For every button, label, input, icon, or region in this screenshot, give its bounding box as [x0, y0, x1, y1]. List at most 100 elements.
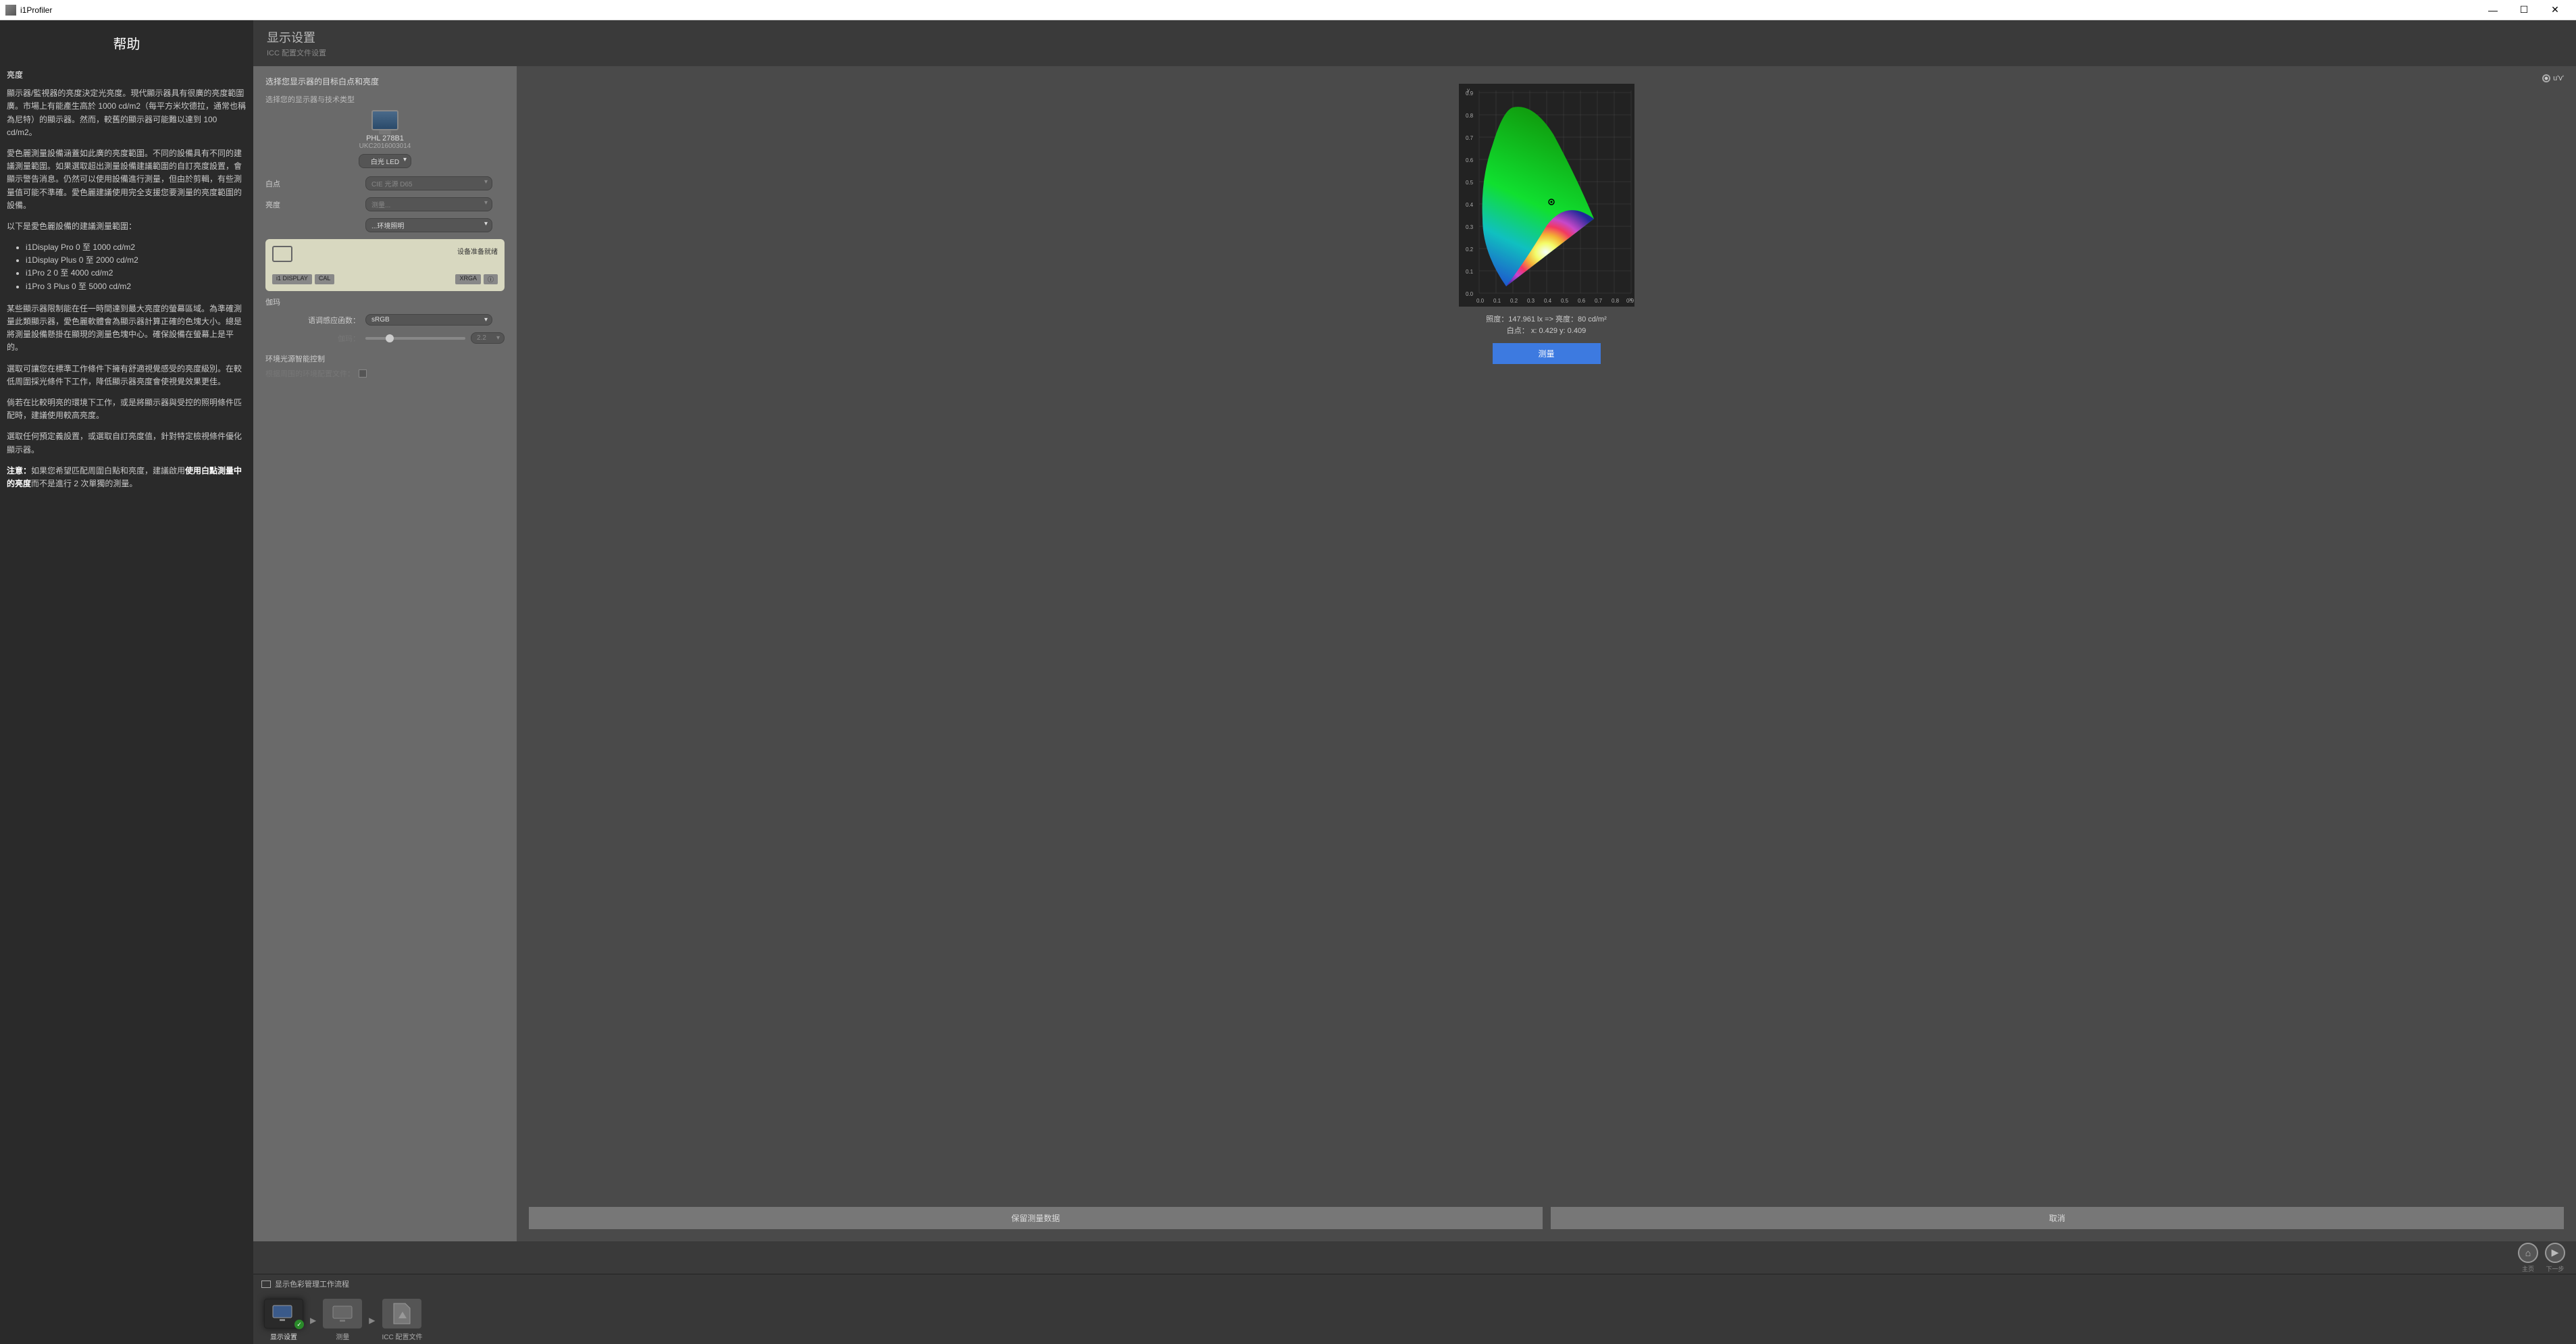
- nav-bar: ⌂ 主页 ▶ 下一步: [253, 1241, 2576, 1274]
- cie-chart: yx 0.00.10.20.30.40.50.60.70.80.9 0.00.1…: [1459, 84, 1634, 310]
- svg-text:0.0: 0.0: [1466, 291, 1474, 297]
- maximize-button[interactable]: ☐: [2508, 0, 2540, 20]
- svg-text:0.1: 0.1: [1466, 269, 1474, 275]
- help-para: 某些顯示器限制能在任一時間達到最大亮度的螢幕區域。為準確測量此類顯示器，愛色麗軟…: [7, 303, 247, 355]
- help-title: 帮助: [7, 34, 247, 55]
- chevron-right-icon: ▶: [369, 1316, 375, 1325]
- svg-text:0.3: 0.3: [1527, 298, 1535, 304]
- svg-text:0.0: 0.0: [1476, 298, 1485, 304]
- device-tag: XRGA: [455, 274, 481, 284]
- workflow-step-icc-profile[interactable]: ICC 配置文件: [382, 1299, 422, 1341]
- monitor-icon: [371, 110, 398, 130]
- list-item: i1Display Pro 0 至 1000 cd/m2: [26, 241, 247, 254]
- next-button[interactable]: ▶ 下一步: [2545, 1243, 2565, 1273]
- gamma-label: 伽玛: [265, 296, 360, 307]
- keep-measurement-button[interactable]: 保留测量数据: [529, 1207, 1543, 1229]
- main-header: 显示设置 ICC 配置文件设置: [253, 20, 2576, 66]
- device-ready-text: 设备准备就绪: [457, 246, 498, 262]
- help-para: 選取可讓您在標準工作條件下擁有舒適視覺感受的亮度級別。在較低周圍採光條件下工作，…: [7, 363, 247, 388]
- gamma-value[interactable]: 2.2: [471, 332, 505, 344]
- device-tag: CAL: [315, 274, 335, 284]
- workflow-step-display-settings[interactable]: 显示设置: [264, 1299, 303, 1341]
- svg-text:0.7: 0.7: [1466, 135, 1474, 141]
- ambient-checkbox-label: 根据周围的环境配置文件：: [265, 368, 355, 379]
- svg-text:0.9: 0.9: [1626, 298, 1634, 304]
- graph-mode-toggle[interactable]: u'v': [2542, 74, 2564, 82]
- workflow-title: 显示色彩管理工作流程: [253, 1274, 2576, 1293]
- workflow-step-measure[interactable]: 测量: [323, 1299, 362, 1341]
- luminance-dropdown[interactable]: 测量...: [365, 197, 492, 211]
- svg-text:0.2: 0.2: [1510, 298, 1518, 304]
- help-para: 選取任何預定義設置，或選取自訂亮度值，針對特定檢視條件優化顯示器。: [7, 430, 247, 456]
- measurement-column: u'v': [517, 66, 2576, 1241]
- step-thumb-icon: [382, 1299, 421, 1328]
- workflow-bar: 显示色彩管理工作流程 显示设置 ▶ 测量 ▶: [253, 1274, 2576, 1344]
- whitepoint-label: 白点: [265, 178, 360, 189]
- svg-text:0.4: 0.4: [1544, 298, 1552, 304]
- home-button[interactable]: ⌂ 主页: [2518, 1243, 2538, 1273]
- gamma-slider[interactable]: [365, 337, 465, 340]
- svg-text:0.7: 0.7: [1595, 298, 1603, 304]
- minimize-button[interactable]: —: [2477, 0, 2508, 20]
- help-para: 顯示器/監視器的亮度決定光亮度。現代顯示器具有很廣的亮度範圍廣。市場上有能產生高…: [7, 87, 247, 139]
- list-item: i1Display Plus 0 至 2000 cd/m2: [26, 254, 247, 267]
- chevron-right-icon: ▶: [310, 1316, 316, 1325]
- main-area: 显示设置 ICC 配置文件设置 选择您显示器的目标白点和亮度 选择您的显示器与技…: [253, 20, 2576, 1344]
- list-item: i1Pro 2 0 至 4000 cd/m2: [26, 267, 247, 280]
- help-para: 以下是愛色麗設備的建議測量範圍：: [7, 220, 247, 233]
- svg-text:0.6: 0.6: [1578, 298, 1586, 304]
- monitor-id: UKC2016003014: [265, 143, 505, 150]
- ambient-dropdown[interactable]: ...环境照明: [365, 218, 492, 232]
- svg-text:0.1: 0.1: [1493, 298, 1501, 304]
- monitor-block: PHL 278B1 UKC2016003014 白光 LED: [265, 110, 505, 168]
- help-panel: 帮助 亮度 顯示器/監視器的亮度決定光亮度。現代顯示器具有很廣的亮度範圍廣。市場…: [0, 20, 253, 1344]
- window-title: i1Profiler: [20, 5, 2477, 15]
- ambient-control-label: 环境光源智能控制: [265, 353, 360, 364]
- svg-text:0.6: 0.6: [1466, 157, 1474, 163]
- step-thumb-icon: [323, 1299, 362, 1328]
- device-icon: [272, 246, 292, 262]
- help-device-list: i1Display Pro 0 至 1000 cd/m2 i1Display P…: [26, 241, 247, 293]
- section-title: 选择您显示器的目标白点和亮度: [265, 76, 505, 87]
- close-button[interactable]: ✕: [2540, 0, 2571, 20]
- device-info-icon[interactable]: ⓘ: [484, 274, 498, 284]
- gamma-slider-label: 伽玛：: [265, 333, 360, 344]
- svg-text:0.5: 0.5: [1561, 298, 1569, 304]
- help-para: 愛色麗測量設備涵蓋如此廣的亮度範圍。不同的設備具有不同的建議測量範圍。如果選取超…: [7, 147, 247, 212]
- whitepoint-readout: 白点： x: 0.429 y: 0.409: [1486, 326, 1607, 337]
- list-item: i1Pro 3 Plus 0 至 5000 cd/m2: [26, 280, 247, 293]
- device-status-box: 设备准备就绪 i1 DISPLAY CAL XRGA ⓘ: [265, 239, 505, 291]
- whitepoint-dropdown[interactable]: CIE 光源 D65: [365, 176, 492, 190]
- device-tag: i1 DISPLAY: [272, 274, 312, 284]
- cancel-button[interactable]: 取消: [1551, 1207, 2565, 1229]
- chromaticity-diagram: yx 0.00.10.20.30.40.50.60.70.80.9 0.00.1…: [1459, 84, 1634, 307]
- ambient-checkbox[interactable]: [359, 369, 367, 378]
- svg-text:0.5: 0.5: [1466, 180, 1474, 186]
- monitor-name: PHL 278B1: [265, 134, 505, 143]
- tone-curve-label: 语调感应函数：: [265, 315, 360, 326]
- svg-text:0.4: 0.4: [1466, 202, 1474, 208]
- play-icon: ▶: [2545, 1243, 2565, 1263]
- help-heading: 亮度: [7, 69, 247, 82]
- help-note: 注意：如果您希望匹配周圍白點和亮度，建議啟用使用白點測量中的亮度而不是進行 2 …: [7, 465, 247, 490]
- window-titlebar: i1Profiler — ☐ ✕: [0, 0, 2576, 20]
- app-icon: [5, 5, 16, 16]
- note-label: 注意：: [7, 466, 31, 475]
- help-para: 倘若在比較明亮的環境下工作，或是將顯示器與受控的照明條件匹配時，建議使用較高亮度…: [7, 396, 247, 422]
- step-thumb-icon: [264, 1299, 303, 1328]
- radio-icon: [2542, 74, 2550, 82]
- illuminance-readout: 照度：147.961 lx => 亮度：80 cd/m²: [1486, 314, 1607, 326]
- page-subtitle: ICC 配置文件设置: [267, 47, 2562, 58]
- backlight-dropdown[interactable]: 白光 LED: [359, 154, 411, 168]
- toggle-label: u'v': [2553, 74, 2564, 82]
- measure-button[interactable]: 测量: [1493, 343, 1601, 364]
- settings-column: 选择您显示器的目标白点和亮度 选择您的显示器与技术类型 PHL 278B1 UK…: [253, 66, 517, 1241]
- tone-curve-dropdown[interactable]: sRGB: [365, 314, 492, 326]
- page-title: 显示设置: [267, 28, 2562, 46]
- svg-text:0.2: 0.2: [1466, 247, 1474, 253]
- svg-text:0.8: 0.8: [1466, 113, 1474, 119]
- svg-text:0.9: 0.9: [1466, 91, 1474, 97]
- luminance-label: 亮度: [265, 199, 360, 210]
- measurement-readout: 照度：147.961 lx => 亮度：80 cd/m² 白点： x: 0.42…: [1486, 314, 1607, 336]
- svg-text:0.8: 0.8: [1612, 298, 1620, 304]
